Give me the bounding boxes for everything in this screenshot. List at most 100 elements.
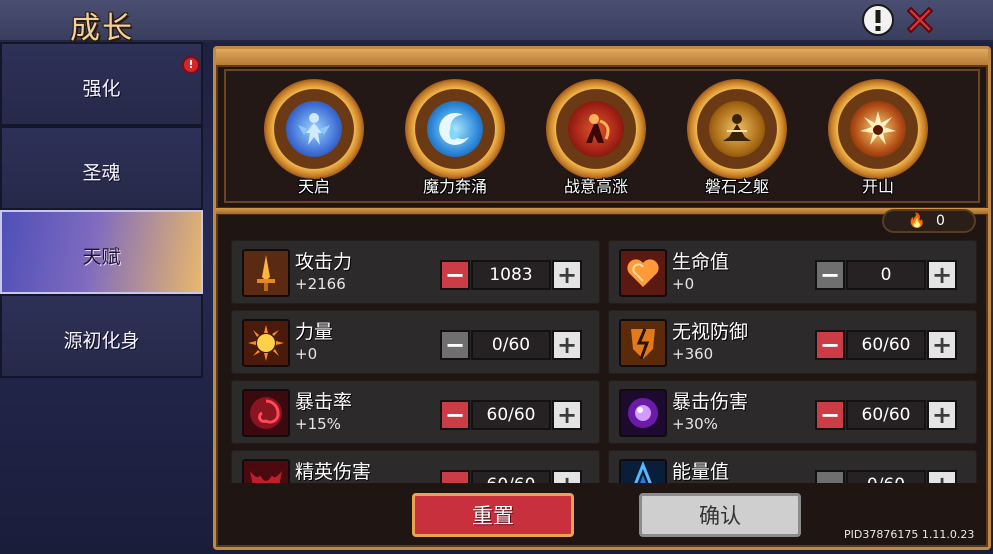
reset-button[interactable]: 重置 xyxy=(412,493,574,537)
talent-strip: 天启 魔力奔涌 战意高涨 磐石之躯 开山 xyxy=(224,69,980,203)
demon-horns-icon xyxy=(242,459,290,483)
decrease-button[interactable]: − xyxy=(440,260,470,290)
stat-crit-rate: 暴击率 +15% − 60/60 + xyxy=(231,380,600,444)
confirm-button[interactable]: 确认 xyxy=(639,493,801,537)
stat-bonus: +0 xyxy=(295,345,318,363)
sidebar-item-enhance[interactable]: 强化 ! xyxy=(0,42,203,126)
version-label: PID37876175 1.11.0.23 xyxy=(844,528,975,541)
stat-bonus: +0 xyxy=(672,275,695,293)
panel-separator xyxy=(216,207,988,215)
stat-name: 暴击率 xyxy=(295,391,353,413)
stat-name: 暴击伤害 xyxy=(672,391,749,413)
stat-bonus: +30% xyxy=(672,415,718,433)
sidebar-item-holy-soul[interactable]: 圣魂 xyxy=(0,126,203,210)
talent-label: 天启 xyxy=(297,177,330,196)
talent-ring xyxy=(546,79,646,179)
stat-bonus: +2166 xyxy=(295,275,346,293)
angel-icon xyxy=(298,113,330,145)
stat-bonus: +15% xyxy=(295,415,341,433)
increase-button[interactable]: + xyxy=(927,470,957,483)
stat-name: 力量 xyxy=(295,321,334,343)
stat-value: 1083 xyxy=(471,260,551,290)
sidebar-item-label: 圣魂 xyxy=(82,162,121,184)
red-vortex-icon xyxy=(242,389,290,437)
talent-stone-body[interactable]: 磐石之躯 xyxy=(673,77,801,205)
purple-orb-icon xyxy=(619,389,667,437)
increase-button[interactable]: + xyxy=(552,400,582,430)
stat-elite-damage: 精英伤害 − 60/60 + xyxy=(231,450,600,483)
meditating-figure-icon xyxy=(723,114,751,141)
stat-hp: 生命值 +0 − 0 + xyxy=(608,240,977,304)
increase-button[interactable]: + xyxy=(927,260,957,290)
stat-attack: 攻击力 +2166 − 1083 + xyxy=(231,240,600,304)
talent-panel: 天启 魔力奔涌 战意高涨 磐石之躯 开山 🔥 0 攻击力 +2166 − 108… xyxy=(213,46,991,550)
increase-button[interactable]: + xyxy=(927,330,957,360)
crescent-flame-icon xyxy=(439,112,469,145)
fist-burst-icon xyxy=(860,111,896,145)
stat-strength: 力量 +0 − 0/60 + xyxy=(231,310,600,374)
stat-energy: 能量值 − 0/60 + xyxy=(608,450,977,483)
increase-button[interactable]: + xyxy=(552,330,582,360)
talent-label: 魔力奔涌 xyxy=(422,177,487,196)
stat-ignore-defense: 无视防御 +360 − 60/60 + xyxy=(608,310,977,374)
heart-icon xyxy=(619,249,667,297)
increase-button[interactable]: + xyxy=(552,260,582,290)
talent-battle-fury[interactable]: 战意高涨 xyxy=(532,77,660,205)
talent-ring xyxy=(264,79,364,179)
talent-points-value: 0 xyxy=(936,213,945,229)
talent-label: 磐石之躯 xyxy=(704,177,769,196)
talent-ring xyxy=(405,79,505,179)
talent-ring xyxy=(687,79,787,179)
talent-ring xyxy=(828,79,928,179)
stat-value: 0/60 xyxy=(471,330,551,360)
talent-mountain-splitter[interactable]: 开山 xyxy=(814,77,942,205)
sidebar: 强化 ! 圣魂 天赋 源初化身 xyxy=(0,42,203,554)
sidebar-item-talent[interactable]: 天赋 xyxy=(0,210,203,294)
stat-crit-damage: 暴击伤害 +30% − 60/60 + xyxy=(608,380,977,444)
increase-button[interactable]: + xyxy=(927,400,957,430)
stat-bonus: +360 xyxy=(672,345,714,363)
increase-button[interactable]: + xyxy=(552,470,582,483)
close-icon xyxy=(906,6,934,34)
red-warrior-icon xyxy=(586,114,610,143)
stat-value: 60/60 xyxy=(471,470,551,483)
talent-label: 开山 xyxy=(861,177,894,196)
sidebar-item-label: 强化 xyxy=(82,78,121,100)
energy-spire-icon xyxy=(619,459,667,483)
close-button[interactable] xyxy=(903,3,937,37)
sword-icon xyxy=(242,249,290,297)
stat-name: 攻击力 xyxy=(295,251,353,273)
page-title: 成长 xyxy=(70,11,134,46)
sidebar-item-primal-avatar[interactable]: 源初化身 xyxy=(0,294,203,378)
stat-value: 60/60 xyxy=(471,400,551,430)
panel-top-border xyxy=(216,49,988,67)
decrease-button[interactable]: − xyxy=(815,260,845,290)
broken-shield-icon xyxy=(619,319,667,367)
talent-label: 战意高涨 xyxy=(563,177,628,196)
decrease-button[interactable]: − xyxy=(440,330,470,360)
stats-list[interactable]: 攻击力 +2166 − 1083 + 生命值 +0 − 0 + 力量 +0 − … xyxy=(224,237,980,483)
sun-power-icon xyxy=(242,319,290,367)
talent-apocalypse[interactable]: 天启 xyxy=(250,77,378,205)
talent-points-counter: 🔥 0 xyxy=(882,209,976,233)
notification-badge: ! xyxy=(182,56,200,74)
decrease-button[interactable]: − xyxy=(815,400,845,430)
info-button[interactable] xyxy=(861,3,895,37)
sidebar-item-label: 源初化身 xyxy=(63,330,140,352)
stat-name: 精英伤害 xyxy=(295,461,372,483)
decrease-button[interactable]: − xyxy=(815,330,845,360)
stat-value: 60/60 xyxy=(846,400,926,430)
decrease-button[interactable]: − xyxy=(440,400,470,430)
stat-name: 无视防御 xyxy=(672,321,749,343)
talent-mana-surge[interactable]: 魔力奔涌 xyxy=(391,77,519,205)
sidebar-item-label: 天赋 xyxy=(82,246,121,268)
stat-name: 能量值 xyxy=(672,461,730,483)
decrease-button[interactable]: − xyxy=(440,470,470,483)
stat-value: 60/60 xyxy=(846,330,926,360)
exclamation-icon xyxy=(862,4,894,36)
flame-icon: 🔥 xyxy=(908,213,926,229)
stat-value: 0 xyxy=(846,260,926,290)
stat-name: 生命值 xyxy=(672,251,730,273)
decrease-button[interactable]: − xyxy=(815,470,845,483)
stat-value: 0/60 xyxy=(846,470,926,483)
